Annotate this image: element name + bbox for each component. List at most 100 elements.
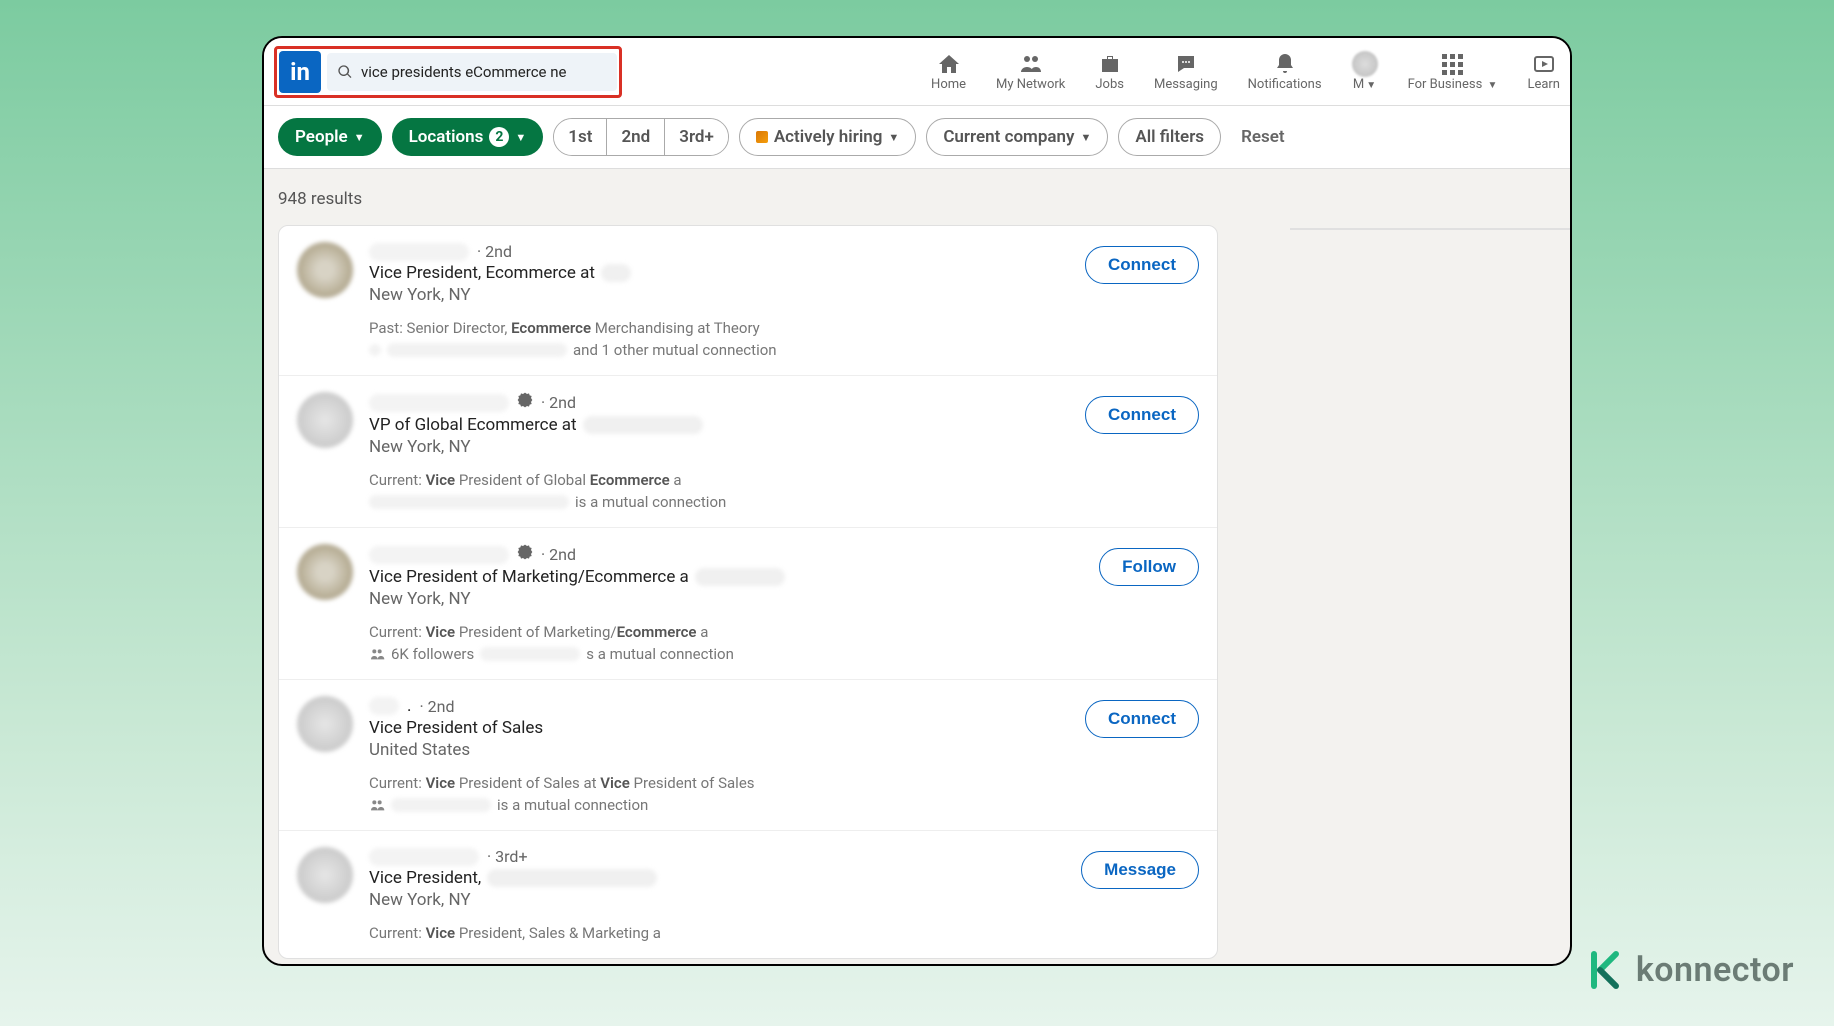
nav-items: Home My Network Jobs Messaging Notificat…: [931, 51, 1560, 92]
filter-all-label: All filters: [1135, 127, 1204, 147]
filter-bar: People ▼ Locations 2 ▼ 1st 2nd 3rd+ Acti…: [264, 106, 1570, 169]
result-name-redacted[interactable]: [369, 546, 509, 564]
chevron-down-icon: ▼: [354, 131, 365, 144]
result-title: Vice President of Marketing/Ecommerce a: [369, 567, 689, 587]
result-name-redacted[interactable]: [369, 848, 479, 866]
chevron-down-icon: ▼: [888, 131, 899, 144]
result-meta: Current: Vice President, Sales & Marketi…: [369, 924, 1065, 942]
result-info: · 3rd+ Vice President, New York, NY Curr…: [369, 847, 1065, 942]
result-row: · 3rd+ Vice President, New York, NY Curr…: [279, 831, 1217, 958]
redacted: [369, 495, 569, 509]
result-meta: Past: Senior Director, Ecommerce Merchan…: [369, 319, 1069, 337]
nav-home[interactable]: Home: [931, 51, 966, 92]
search-value: vice presidents eCommerce ne: [361, 63, 566, 81]
filter-reset[interactable]: Reset: [1231, 119, 1295, 155]
linkedin-logo[interactable]: in: [279, 51, 321, 93]
result-avatar[interactable]: [297, 242, 353, 298]
result-name-redacted[interactable]: [369, 697, 399, 715]
result-degree: · 2nd: [541, 393, 576, 412]
filter-conn-3rd[interactable]: 3rd+: [665, 119, 728, 155]
mutual-text: s a mutual connection: [586, 645, 734, 663]
result-avatar[interactable]: [297, 544, 353, 600]
filter-conn-2nd[interactable]: 2nd: [607, 119, 665, 155]
result-title: VP of Global Ecommerce at: [369, 415, 577, 435]
nav-me-label: M▼: [1353, 77, 1376, 92]
result-meta: Current: Vice President of Marketing/Eco…: [369, 623, 1083, 641]
connect-button[interactable]: Connect: [1085, 396, 1199, 434]
sidebar-divider: [1290, 228, 1570, 230]
nav-messaging-label: Messaging: [1154, 77, 1218, 92]
people-icon: [369, 797, 385, 813]
filter-actively-hiring-label: Actively hiring: [774, 127, 883, 147]
nav-jobs[interactable]: Jobs: [1095, 51, 1124, 92]
result-degree: · 2nd: [541, 545, 576, 564]
result-info: · 2nd Vice President, Ecommerce at New Y…: [369, 242, 1069, 359]
konnector-logo-icon: [1586, 950, 1626, 990]
result-mutual: and 1 other mutual connection: [369, 341, 1069, 359]
result-meta: Current: Vice President of Global Ecomme…: [369, 471, 1069, 489]
nav-me[interactable]: M▼: [1352, 51, 1378, 92]
redacted: [387, 343, 567, 357]
mutual-text: is a mutual connection: [497, 796, 648, 814]
filter-conn-1st[interactable]: 1st: [554, 119, 607, 155]
filter-locations[interactable]: Locations 2 ▼: [392, 118, 544, 156]
search-icon: [337, 64, 353, 80]
results-list: · 2nd Vice President, Ecommerce at New Y…: [278, 225, 1218, 959]
result-avatar[interactable]: [297, 696, 353, 752]
result-mutual: 6K followers s a mutual connection: [369, 645, 1083, 663]
watermark-text: konnector: [1636, 950, 1794, 990]
nav-messaging[interactable]: Messaging: [1154, 51, 1218, 92]
filter-people[interactable]: People ▼: [278, 118, 382, 156]
search-input[interactable]: vice presidents eCommerce ne: [327, 53, 617, 91]
nav-learning[interactable]: Learn: [1527, 51, 1560, 92]
result-info: . · 2nd Vice President of Sales United S…: [369, 696, 1069, 814]
result-location: New York, NY: [369, 285, 1069, 305]
nav-business-label: For Business ▼: [1408, 77, 1498, 92]
result-location: New York, NY: [369, 437, 1069, 457]
search-highlight-box: in vice presidents eCommerce ne: [274, 46, 622, 98]
filter-current-company[interactable]: Current company ▼: [926, 118, 1108, 156]
result-degree: · 3rd+: [487, 847, 528, 866]
hiring-badge-icon: [756, 131, 768, 143]
nav-notifications[interactable]: Notifications: [1248, 51, 1322, 92]
result-name-redacted[interactable]: [369, 394, 509, 412]
filter-people-label: People: [295, 127, 348, 147]
content-area: 948 results · 2nd Vice President, Ecomme…: [264, 169, 1570, 966]
redacted: [712, 626, 812, 640]
redacted: [601, 264, 631, 282]
connect-button[interactable]: Connect: [1085, 246, 1199, 284]
nav-home-label: Home: [931, 77, 966, 92]
nav-jobs-label: Jobs: [1095, 77, 1124, 92]
result-title: Vice President,: [369, 868, 481, 888]
result-row: · 2nd Vice President of Marketing/Ecomme…: [279, 528, 1217, 680]
message-button[interactable]: Message: [1081, 851, 1199, 889]
filter-all[interactable]: All filters: [1118, 118, 1221, 156]
result-avatar[interactable]: [297, 847, 353, 903]
result-name-redacted[interactable]: [369, 243, 469, 261]
filter-actively-hiring[interactable]: Actively hiring ▼: [739, 118, 916, 156]
followers-text: 6K followers: [391, 645, 474, 663]
chevron-down-icon: ▼: [515, 131, 526, 144]
redacted: [583, 416, 703, 434]
connect-button[interactable]: Connect: [1085, 700, 1199, 738]
people-icon: [1018, 51, 1044, 77]
mutual-text: is a mutual connection: [575, 493, 726, 511]
filter-locations-count: 2: [489, 127, 509, 147]
filter-locations-label: Locations: [409, 127, 484, 147]
nav-network[interactable]: My Network: [996, 51, 1065, 92]
nav-learning-label: Learn: [1527, 77, 1560, 92]
nav-business[interactable]: For Business ▼: [1408, 51, 1498, 92]
result-avatar[interactable]: [297, 392, 353, 448]
connection-segment: 1st 2nd 3rd+: [553, 118, 729, 156]
mutual-text: and 1 other mutual connection: [573, 341, 777, 359]
verified-icon: [517, 544, 533, 565]
redacted: [487, 869, 657, 887]
redacted: [695, 568, 785, 586]
redacted: [391, 798, 491, 812]
result-info: · 2nd VP of Global Ecommerce at New York…: [369, 392, 1069, 511]
result-meta: Current: Vice President of Sales at Vice…: [369, 774, 1069, 792]
verified-icon: [517, 392, 533, 413]
follow-button[interactable]: Follow: [1099, 548, 1199, 586]
result-row: · 2nd VP of Global Ecommerce at New York…: [279, 376, 1217, 528]
people-icon: [369, 646, 385, 662]
